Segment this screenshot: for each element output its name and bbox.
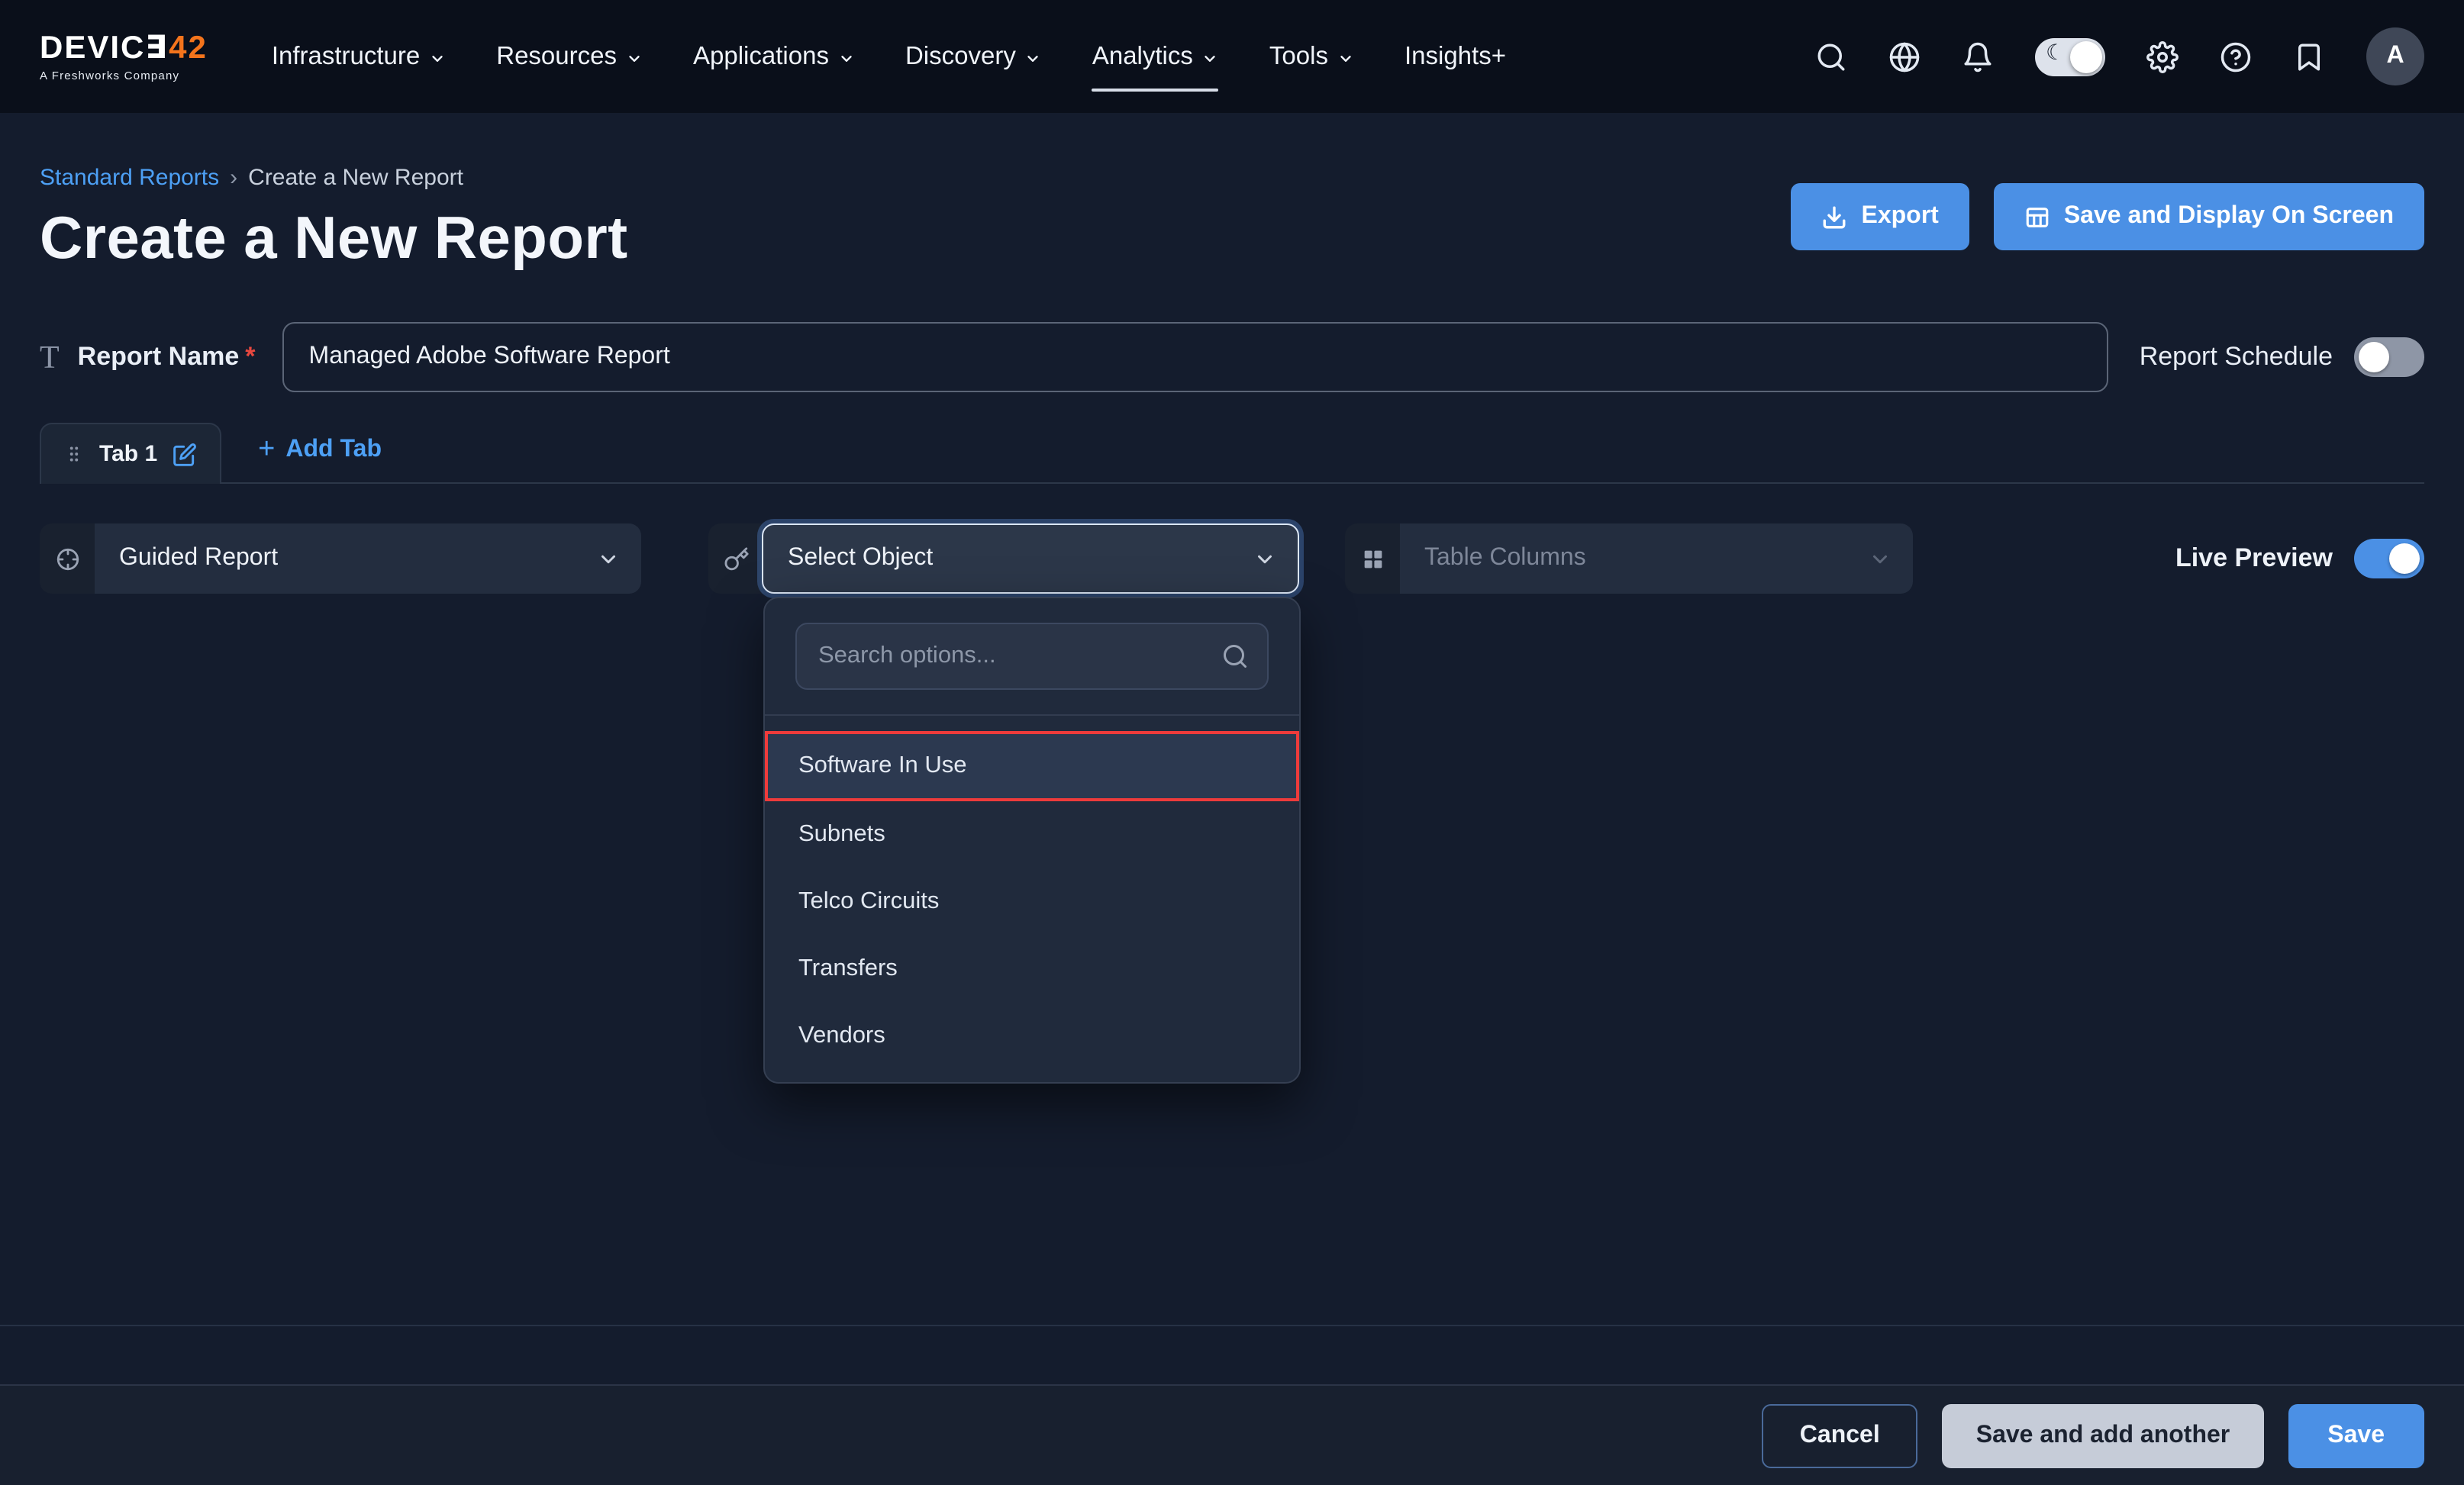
- table-columns-select[interactable]: Table Columns: [1400, 523, 1913, 594]
- add-tab-button[interactable]: + Add Tab: [258, 436, 382, 464]
- report-builder-row: Guided Report Select Object: [40, 523, 2424, 594]
- bookmark-icon[interactable]: [2293, 40, 2325, 72]
- report-name-row: T Report Name* Report Schedule: [40, 322, 2424, 392]
- moon-icon: ☾: [2046, 39, 2065, 65]
- chevron-down-icon: [1253, 547, 1276, 570]
- key-icon: [708, 523, 763, 594]
- nav-item-tools[interactable]: Tools: [1269, 0, 1354, 113]
- save-and-add-another-button[interactable]: Save and add another: [1943, 1403, 2264, 1467]
- live-preview-toggle[interactable]: [2354, 539, 2424, 578]
- gear-icon[interactable]: [2146, 40, 2179, 72]
- breadcrumb-separator: ›: [230, 165, 237, 191]
- required-asterisk: *: [245, 342, 255, 371]
- search-icon[interactable]: [1815, 40, 1847, 72]
- report-schedule-toggle[interactable]: [2354, 337, 2424, 377]
- save-button[interactable]: Save: [2288, 1403, 2424, 1467]
- cancel-button[interactable]: Cancel: [1762, 1403, 1918, 1467]
- drag-handle-icon[interactable]: [64, 444, 84, 464]
- app-root: DEVIC∃42 A Freshworks Company Infrastruc…: [0, 0, 2464, 1485]
- chevron-down-icon: [597, 547, 620, 570]
- chevron-down-icon: [429, 50, 446, 66]
- search-icon: [1221, 643, 1249, 670]
- chevron-down-icon: [1869, 547, 1892, 570]
- logo-tagline: A Freshworks Company: [40, 68, 208, 82]
- crosshair-icon: [40, 523, 95, 594]
- toggle-knob: [2359, 342, 2389, 372]
- table-columns-control: Table Columns: [1345, 523, 1913, 594]
- save-and-display-button[interactable]: Save and Display On Screen: [1994, 183, 2424, 250]
- download-icon: [1821, 204, 1847, 230]
- select-object-dropdown: Software In Use Subnets Telco Circuits T…: [763, 597, 1301, 1084]
- toggle-knob: [2070, 40, 2102, 72]
- report-name-label: Report Name*: [78, 342, 256, 372]
- option-vendors[interactable]: Vendors: [765, 1003, 1299, 1070]
- nav-item-resources[interactable]: Resources: [496, 0, 643, 113]
- guided-report-control: Guided Report: [40, 523, 641, 594]
- content-divider: [0, 1325, 2464, 1326]
- chevron-down-icon: [626, 50, 643, 66]
- header-actions: Export Save and Display On Screen: [1791, 183, 2424, 250]
- dropdown-search-wrap: [795, 623, 1269, 690]
- device42-logo[interactable]: DEVIC∃42 A Freshworks Company: [40, 31, 208, 82]
- option-software-in-use[interactable]: Software In Use: [765, 731, 1299, 801]
- report-name-input-wrap: [283, 322, 2109, 392]
- nav-item-analytics[interactable]: Analytics: [1092, 0, 1219, 113]
- table-icon: [2024, 204, 2050, 230]
- main-nav: Infrastructure Resources Applications Di…: [272, 0, 1506, 113]
- report-schedule-label: Report Schedule: [2140, 342, 2333, 372]
- theme-toggle[interactable]: ☾: [2035, 37, 2105, 76]
- main-content: Standard Reports › Create a New Report C…: [0, 113, 2464, 594]
- plus-icon: +: [258, 438, 275, 462]
- chevron-down-icon: [1337, 50, 1354, 66]
- user-avatar[interactable]: A: [2366, 27, 2424, 85]
- breadcrumb-link-standard-reports[interactable]: Standard Reports: [40, 165, 219, 191]
- dropdown-options-list: Software In Use Subnets Telco Circuits T…: [765, 716, 1299, 1070]
- top-navbar: DEVIC∃42 A Freshworks Company Infrastruc…: [0, 0, 2464, 113]
- nav-item-applications[interactable]: Applications: [693, 0, 855, 113]
- nav-item-insights[interactable]: Insights+: [1405, 0, 1506, 113]
- tab-1[interactable]: Tab 1: [40, 423, 221, 484]
- help-icon[interactable]: [2220, 40, 2252, 72]
- chevron-down-icon: [838, 50, 855, 66]
- live-preview-label: Live Preview: [2175, 543, 2333, 574]
- nav-item-discovery[interactable]: Discovery: [905, 0, 1042, 113]
- toggle-knob: [2389, 543, 2420, 574]
- tab-bar: Tab 1 + Add Tab: [40, 423, 2424, 484]
- report-name-input[interactable]: [283, 322, 2109, 392]
- select-object-select[interactable]: Select Object: [762, 523, 1299, 594]
- tab-label: Tab 1: [99, 441, 157, 467]
- export-button[interactable]: Export: [1791, 183, 1969, 250]
- breadcrumb-current: Create a New Report: [248, 165, 463, 191]
- nav-item-infrastructure[interactable]: Infrastructure: [272, 0, 446, 113]
- grid-icon: [1345, 523, 1400, 594]
- chevron-down-icon: [1025, 50, 1042, 66]
- option-telco-circuits[interactable]: Telco Circuits: [765, 868, 1299, 936]
- text-field-icon: T: [40, 338, 60, 376]
- edit-icon[interactable]: [173, 442, 197, 466]
- option-transfers[interactable]: Transfers: [765, 936, 1299, 1003]
- guided-report-select[interactable]: Guided Report: [95, 523, 641, 594]
- globe-icon[interactable]: [1888, 40, 1921, 72]
- logo-wordmark: DEVIC∃42: [40, 31, 208, 65]
- chevron-down-icon: [1202, 50, 1219, 66]
- dropdown-search-input[interactable]: [795, 623, 1269, 690]
- navbar-actions: ☾ A: [1815, 27, 2424, 85]
- option-subnets[interactable]: Subnets: [765, 801, 1299, 868]
- bell-icon[interactable]: [1962, 40, 1994, 72]
- live-preview-wrap: Live Preview: [2175, 523, 2424, 578]
- select-object-control: Select Object Software In Use Subnets Te…: [708, 523, 1299, 594]
- footer-action-bar: Cancel Save and add another Save: [0, 1384, 2464, 1485]
- breadcrumb: Standard Reports › Create a New Report: [40, 113, 2424, 191]
